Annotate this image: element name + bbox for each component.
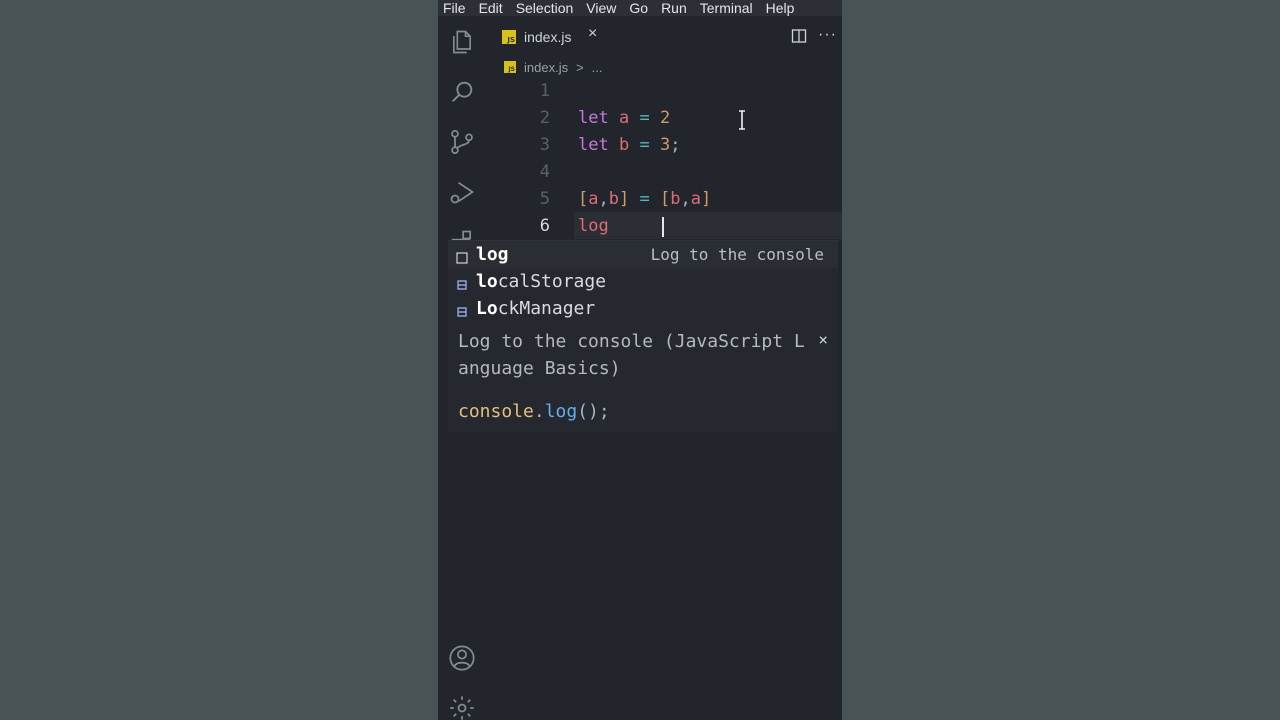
- explorer-icon[interactable]: [448, 28, 476, 56]
- line-code: log: [578, 213, 609, 240]
- manage-gear-icon[interactable]: [448, 694, 476, 720]
- suggestion-lockmanager[interactable]: LockManager: [448, 295, 838, 322]
- code-dot: .: [533, 401, 545, 422]
- close-icon[interactable]: ×: [818, 330, 828, 349]
- line-number: 5: [539, 189, 550, 209]
- code-line[interactable]: 2 let a = 2: [486, 105, 842, 132]
- code-token: ]: [701, 189, 712, 209]
- editor-window: File Edit Selection View Go Run Terminal…: [438, 0, 842, 720]
- close-icon[interactable]: ×: [588, 25, 597, 43]
- text-cursor: [662, 217, 664, 237]
- tab-index-js[interactable]: JS index.js: [496, 20, 618, 54]
- run-debug-icon[interactable]: [448, 178, 476, 206]
- line-number: 4: [539, 162, 550, 182]
- code-editor[interactable]: 1 2 let a = 2 3 let b = 3; 4 5 [a,b] = [b,a] 6 lo…: [486, 78, 842, 248]
- variable-icon: [456, 303, 468, 317]
- code-token: ;: [670, 135, 681, 155]
- line-number: 2: [539, 108, 550, 128]
- code-token: log: [578, 216, 609, 236]
- code-token: a: [690, 189, 701, 209]
- code-line[interactable]: 3 let b = 3;: [486, 132, 842, 159]
- suggestion-details: Log to the console (JavaScript Language …: [448, 322, 838, 432]
- menu-go[interactable]: Go: [629, 0, 648, 16]
- suggestion-label: log: [476, 244, 509, 265]
- code-token: a: [588, 189, 599, 209]
- line-code: [a,b] = [b,a]: [578, 186, 711, 213]
- code-line[interactable]: 4: [486, 159, 842, 186]
- breadcrumb-separator: >: [576, 59, 584, 75]
- accounts-icon[interactable]: [448, 644, 476, 672]
- code-token: ]: [619, 189, 630, 209]
- line-number: 6: [539, 216, 550, 236]
- line-code: let a = 2: [578, 105, 670, 132]
- menu-bar: File Edit Selection View Go Run Terminal…: [438, 0, 842, 16]
- tab-bar: JS index.js × ···: [486, 16, 842, 56]
- code-token: [: [660, 189, 671, 209]
- code-line[interactable]: 1: [486, 78, 842, 105]
- code-token: 3: [659, 135, 671, 155]
- variable-icon: [456, 276, 468, 290]
- code-token: =: [639, 189, 650, 209]
- code-token: =: [639, 108, 650, 128]
- suggestion-label: LockManager: [476, 298, 596, 319]
- code-token: a: [618, 108, 630, 128]
- menu-selection[interactable]: Selection: [516, 0, 574, 16]
- code-token: b: [618, 135, 630, 155]
- code-token: let: [578, 135, 609, 155]
- menu-view[interactable]: View: [586, 0, 616, 16]
- code-line[interactable]: 6 log: [486, 213, 842, 240]
- tab-label: index.js: [524, 29, 572, 45]
- code-token: =: [639, 135, 650, 155]
- source-control-icon[interactable]: [448, 128, 476, 156]
- code-token: 2: [659, 108, 671, 128]
- details-code-snippet: console.log();: [458, 398, 610, 425]
- suggestion-detail: Log to the console: [650, 245, 824, 264]
- menu-help[interactable]: Help: [766, 0, 795, 16]
- line-code: let b = 3;: [578, 132, 680, 159]
- snippet-icon: [456, 249, 468, 264]
- suggestion-log[interactable]: log Log to the console: [448, 241, 838, 268]
- code-token: b: [608, 189, 619, 209]
- breadcrumb-more[interactable]: ...: [592, 60, 603, 75]
- suggestion-label: localStorage: [476, 271, 607, 292]
- breadcrumb-file[interactable]: index.js: [524, 60, 568, 75]
- ibeam-mouse-cursor: [738, 110, 746, 130]
- code-function: log: [544, 401, 578, 422]
- menu-run[interactable]: Run: [661, 0, 687, 16]
- code-object: console: [458, 401, 534, 422]
- menu-file[interactable]: File: [443, 0, 466, 16]
- menu-edit[interactable]: Edit: [479, 0, 503, 16]
- code-token: ,: [680, 189, 691, 209]
- javascript-file-icon: JS: [502, 30, 516, 44]
- split-editor-icon[interactable]: [791, 28, 807, 44]
- code-token: [: [578, 189, 589, 209]
- line-number: 1: [539, 81, 550, 101]
- line-number: 3: [539, 135, 550, 155]
- javascript-file-icon: JS: [504, 61, 516, 73]
- suggest-widget: log Log to the console localStorage Lock…: [448, 240, 838, 323]
- code-line[interactable]: 5 [a,b] = [b,a]: [486, 186, 842, 213]
- details-description: Log to the console (JavaScript Language …: [458, 331, 805, 379]
- menu-terminal[interactable]: Terminal: [700, 0, 753, 16]
- code-token: let: [578, 108, 609, 128]
- more-actions-icon[interactable]: ···: [818, 26, 837, 44]
- code-tail: ();: [577, 401, 610, 422]
- code-token: ,: [598, 189, 609, 209]
- search-icon[interactable]: [448, 78, 476, 106]
- breadcrumb: JS index.js > ...: [504, 58, 603, 76]
- suggestion-localstorage[interactable]: localStorage: [448, 268, 838, 295]
- code-token: b: [670, 189, 681, 209]
